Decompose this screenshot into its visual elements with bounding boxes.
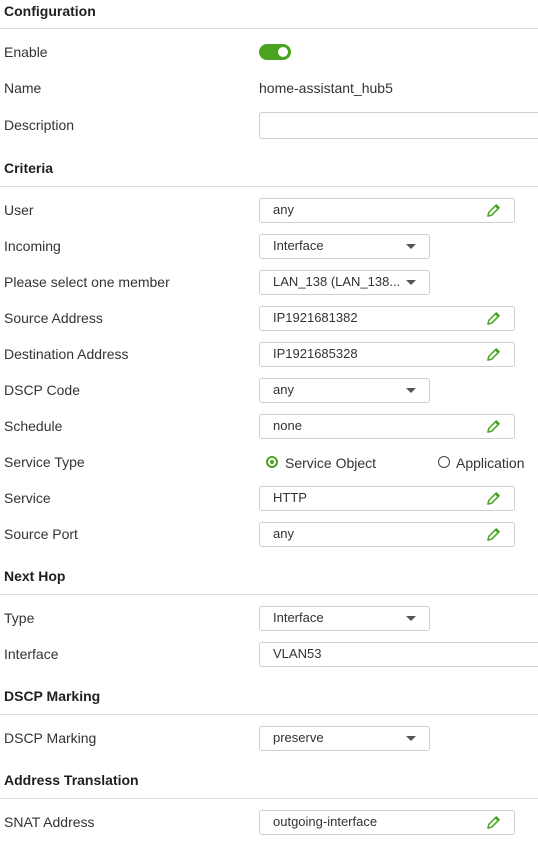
enable-toggle[interactable] xyxy=(259,44,291,60)
dscp-code-value: any xyxy=(273,382,294,397)
destination-address-value: IP1921685328 xyxy=(273,346,358,361)
chevron-down-icon xyxy=(406,280,416,285)
dscp-marking-value: preserve xyxy=(273,730,324,745)
destination-address-field[interactable]: IP1921685328 xyxy=(259,342,515,367)
chevron-down-icon xyxy=(406,736,416,741)
description-input[interactable] xyxy=(259,112,538,139)
dscp-code-select[interactable]: any xyxy=(259,378,430,403)
dscp-code-label: DSCP Code xyxy=(4,382,81,398)
dscp-marking-label: DSCP Marking xyxy=(4,730,97,746)
divider xyxy=(0,186,538,187)
interface-label: Interface xyxy=(4,646,59,662)
type-select[interactable]: Interface xyxy=(259,606,430,631)
source-address-label: Source Address xyxy=(4,310,103,326)
service-type-label: Service Type xyxy=(4,454,85,470)
radio-label-service-object[interactable]: Service Object xyxy=(285,455,376,471)
type-value: Interface xyxy=(273,610,324,625)
chevron-down-icon xyxy=(406,616,416,621)
section-title-criteria: Criteria xyxy=(4,160,54,176)
schedule-field[interactable]: none xyxy=(259,414,515,439)
divider xyxy=(0,28,538,29)
service-field[interactable]: HTTP xyxy=(259,486,515,511)
service-value: HTTP xyxy=(273,490,307,505)
section-title-next-hop: Next Hop xyxy=(4,568,66,584)
pencil-icon[interactable] xyxy=(486,491,501,506)
source-port-field[interactable]: any xyxy=(259,522,515,547)
dscp-marking-select[interactable]: preserve xyxy=(259,726,430,751)
pencil-icon[interactable] xyxy=(486,527,501,542)
divider xyxy=(0,714,538,715)
incoming-value: Interface xyxy=(273,238,324,253)
pencil-icon[interactable] xyxy=(486,347,501,362)
member-value: LAN_138 (LAN_138... xyxy=(273,274,401,289)
name-label: Name xyxy=(4,80,42,96)
incoming-label: Incoming xyxy=(4,238,61,254)
pencil-icon[interactable] xyxy=(486,311,501,326)
member-label: Please select one member xyxy=(4,274,170,290)
description-label: Description xyxy=(4,117,75,133)
section-title-configuration: Configuration xyxy=(4,3,96,19)
pencil-icon[interactable] xyxy=(486,815,501,830)
interface-input[interactable]: VLAN53 xyxy=(259,642,538,667)
toggle-knob xyxy=(278,47,288,57)
snat-address-value: outgoing-interface xyxy=(273,814,378,829)
section-title-address-translation: Address Translation xyxy=(4,772,139,788)
divider xyxy=(0,594,538,595)
destination-address-label: Destination Address xyxy=(4,346,129,362)
service-label: Service xyxy=(4,490,51,506)
type-label: Type xyxy=(4,610,35,626)
source-port-value: any xyxy=(273,526,294,541)
pencil-icon[interactable] xyxy=(486,419,501,434)
source-port-label: Source Port xyxy=(4,526,78,542)
member-select[interactable]: LAN_138 (LAN_138... xyxy=(259,270,430,295)
user-value: any xyxy=(273,202,294,217)
divider xyxy=(0,798,538,799)
pencil-icon[interactable] xyxy=(486,203,501,218)
source-address-field[interactable]: IP1921681382 xyxy=(259,306,515,331)
interface-value: VLAN53 xyxy=(273,646,322,661)
radio-service-object[interactable] xyxy=(266,456,278,468)
chevron-down-icon xyxy=(406,388,416,393)
snat-address-field[interactable]: outgoing-interface xyxy=(259,810,515,835)
radio-label-application[interactable]: Application xyxy=(456,455,525,471)
user-label: User xyxy=(4,202,34,218)
enable-label: Enable xyxy=(4,44,48,60)
radio-application[interactable] xyxy=(438,456,450,468)
user-field[interactable]: any xyxy=(259,198,515,223)
schedule-label: Schedule xyxy=(4,418,63,434)
incoming-select[interactable]: Interface xyxy=(259,234,430,259)
snat-address-label: SNAT Address xyxy=(4,814,95,830)
chevron-down-icon xyxy=(406,244,416,249)
section-title-dscp-marking: DSCP Marking xyxy=(4,688,101,704)
source-address-value: IP1921681382 xyxy=(273,310,358,325)
name-value: home-assistant_hub5 xyxy=(259,80,393,96)
schedule-value: none xyxy=(273,418,302,433)
